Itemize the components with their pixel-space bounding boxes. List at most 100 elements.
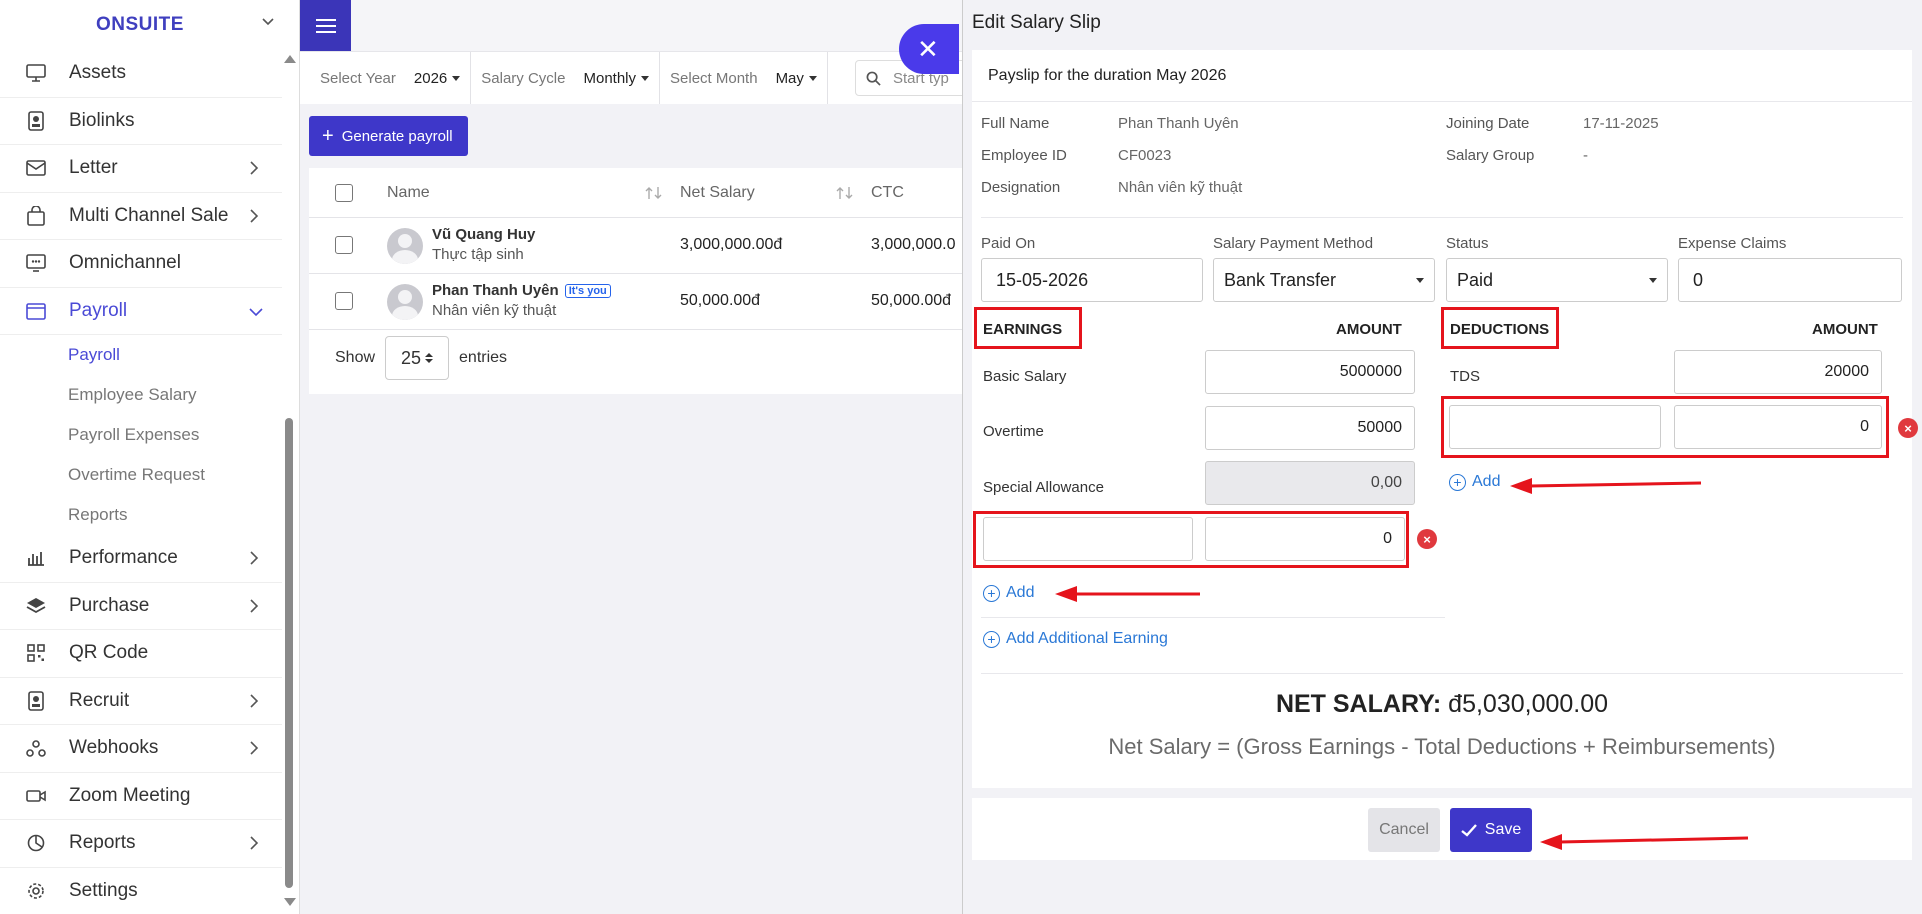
sidebar-item-multi-channel-sale[interactable]: Multi Channel Sale xyxy=(0,193,282,240)
sidebar-item-letter[interactable]: Letter xyxy=(0,145,282,193)
scroll-down-icon[interactable] xyxy=(284,898,296,906)
net-salary-formula: Net Salary = (Gross Earnings - Total Ded… xyxy=(1108,734,1776,759)
expense-claims-input[interactable]: 0 xyxy=(1678,258,1902,302)
sidebar-subitem[interactable]: Payroll Expenses xyxy=(0,415,282,455)
special-allowance-label: Special Allowance xyxy=(983,479,1104,496)
deductions-amount-header: AMOUNT xyxy=(1812,321,1878,338)
ctc-cell: 50,000.00đ xyxy=(871,292,952,309)
remove-deduction-icon[interactable]: × xyxy=(1898,418,1918,438)
sidebar-item-label: Biolinks xyxy=(69,109,135,131)
full-name-value: Phan Thanh Uyên xyxy=(1118,115,1239,132)
sort-updown-icon xyxy=(425,353,434,363)
scrollbar-thumb[interactable] xyxy=(285,418,293,888)
new-deduction-name-input[interactable] xyxy=(1449,405,1661,449)
sidebar-subitem[interactable]: Reports xyxy=(0,495,282,535)
badge-icon xyxy=(26,690,46,711)
webhook-icon xyxy=(26,738,46,758)
overtime-input[interactable]: 50000 xyxy=(1205,406,1415,450)
net-salary-value: đ5,030,000.00 xyxy=(1448,690,1609,718)
gear-icon xyxy=(26,881,46,901)
new-deduction-amount-input[interactable]: 0 xyxy=(1674,405,1882,449)
year-value: 2026 xyxy=(413,69,448,87)
employee-name-text: Phan Thanh Uyên xyxy=(432,282,559,299)
add-additional-earning-label: Add Additional Earning xyxy=(1006,630,1168,647)
monitor-icon xyxy=(26,63,46,83)
sidebar-item-payroll[interactable]: Payroll xyxy=(0,288,282,335)
add-additional-earning-link[interactable]: + Add Additional Earning xyxy=(983,630,1168,648)
menu-toggle-button[interactable] xyxy=(300,0,351,51)
designation-label: Designation xyxy=(981,179,1061,196)
save-button[interactable]: Save xyxy=(1450,808,1532,852)
sort-icon[interactable] xyxy=(645,186,663,200)
add-earning-link[interactable]: + Add xyxy=(983,584,1034,602)
search-icon xyxy=(866,71,881,86)
header-net-salary[interactable]: Net Salary xyxy=(680,184,755,202)
sidebar-item-zoom-meeting[interactable]: Zoom Meeting xyxy=(0,773,282,820)
sidebar-item-label: Assets xyxy=(69,62,127,84)
sidebar-item-omnichannel[interactable]: Omnichannel xyxy=(0,240,282,288)
sidebar-subitem[interactable]: Payroll xyxy=(0,335,282,375)
table-row[interactable]: Phan Thanh Uyên It's you Nhân viên kỹ thu… xyxy=(309,274,962,330)
qr-code-icon xyxy=(26,643,46,663)
sidebar-item-settings[interactable]: Settings xyxy=(0,868,282,914)
sidebar-item-label: Zoom Meeting xyxy=(69,784,191,806)
cancel-button[interactable]: Cancel xyxy=(1368,808,1440,852)
sidebar-item-purchase[interactable]: Purchase xyxy=(0,583,282,630)
basic-salary-input[interactable]: 5000000 xyxy=(1205,350,1415,394)
chevron-down-icon[interactable] xyxy=(262,16,274,28)
payment-method-select[interactable]: Bank Transfer xyxy=(1213,258,1435,302)
avatar xyxy=(387,228,423,264)
caret-down-icon xyxy=(1649,277,1657,283)
sidebar-item-webhooks[interactable]: Webhooks xyxy=(0,725,282,773)
row-checkbox[interactable] xyxy=(335,292,353,310)
header-ctc[interactable]: CTC xyxy=(871,184,904,202)
caret-down-icon xyxy=(452,76,461,82)
caret-down-icon xyxy=(1416,277,1424,283)
payment-method-value: Bank Transfer xyxy=(1224,269,1337,290)
special-allowance-input: 0,00 xyxy=(1205,461,1415,505)
scroll-up-icon[interactable] xyxy=(284,55,296,63)
table-row[interactable]: Vũ Quang Huy Thực tập sinh 3,000,000.00đ… xyxy=(309,218,962,274)
sidebar-item-label: Multi Channel Sale xyxy=(69,204,229,226)
generate-payroll-button[interactable]: + Generate payroll xyxy=(309,116,468,156)
paid-on-input[interactable]: 15-05-2026 xyxy=(981,258,1203,302)
employee-name[interactable]: Vũ Quang Huy xyxy=(432,226,535,243)
sidebar-item-reports[interactable]: Reports xyxy=(0,820,282,868)
year-select[interactable]: 2026 xyxy=(413,69,461,87)
close-modal-button[interactable]: ✕ xyxy=(899,24,959,74)
status-select[interactable]: Paid xyxy=(1446,258,1668,302)
chevron-right-icon xyxy=(249,599,259,613)
sidebar-item-label: Recruit xyxy=(69,689,130,711)
employee-name[interactable]: Phan Thanh Uyên It's you xyxy=(432,282,611,299)
chevron-right-icon xyxy=(249,694,259,708)
check-icon xyxy=(1461,823,1477,837)
sidebar-item-recruit[interactable]: Recruit xyxy=(0,678,282,725)
select-all-checkbox[interactable] xyxy=(335,183,353,202)
save-label: Save xyxy=(1484,821,1522,838)
ctc-cell: 3,000,000.0 xyxy=(871,236,956,253)
sidebar-item-assets[interactable]: Assets xyxy=(0,50,282,98)
paid-on-label: Paid On xyxy=(981,235,1036,252)
brand[interactable]: ONSUITE xyxy=(0,0,299,50)
remove-earning-icon[interactable]: × xyxy=(1417,529,1437,549)
row-checkbox[interactable] xyxy=(335,236,353,254)
sidebar-subitem[interactable]: Employee Salary xyxy=(0,375,282,415)
sidebar-subitem[interactable]: Overtime Request xyxy=(0,455,282,495)
page-size-select[interactable]: 25 xyxy=(385,336,450,380)
sidebar-item-biolinks[interactable]: Biolinks xyxy=(0,98,282,145)
payment-method-label: Salary Payment Method xyxy=(1213,235,1374,252)
close-icon: ✕ xyxy=(917,34,939,64)
sidebar-item-qr-code[interactable]: QR Code xyxy=(0,630,282,678)
tds-input[interactable]: 20000 xyxy=(1674,350,1882,394)
entries-label: entries xyxy=(459,349,508,366)
month-select[interactable]: May xyxy=(776,70,817,87)
new-earning-amount-input[interactable]: 0 xyxy=(1205,517,1405,561)
cycle-select[interactable]: Monthly xyxy=(583,70,650,87)
deductions-title: DEDUCTIONS xyxy=(1450,321,1550,338)
joining-date-label: Joining Date xyxy=(1446,115,1530,132)
sort-icon[interactable] xyxy=(836,186,854,200)
new-earning-name-input[interactable] xyxy=(983,517,1193,561)
add-deduction-link[interactable]: + Add xyxy=(1449,473,1500,491)
header-name[interactable]: Name xyxy=(387,184,430,202)
sidebar-item-performance[interactable]: Performance xyxy=(0,535,282,583)
